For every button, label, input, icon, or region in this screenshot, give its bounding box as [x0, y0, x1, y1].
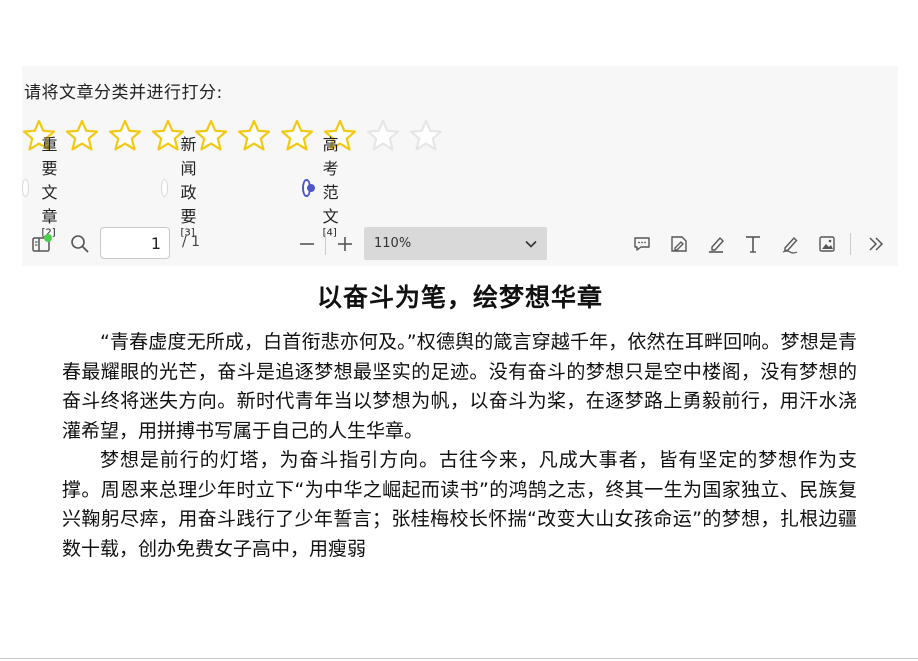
radio-button[interactable] — [161, 179, 169, 197]
sign-icon[interactable] — [665, 230, 693, 258]
document-title: 以奋斗为笔，绘梦想华章 — [316, 283, 603, 312]
pdf-toolbar: / 1 110% — [22, 224, 898, 264]
comment-icon[interactable] — [628, 230, 656, 258]
bottom-divider — [0, 658, 918, 659]
radio-button[interactable] — [22, 179, 30, 197]
document-page: 以奋斗为笔，绘梦想华章 “青春虚度无所成，白首衔悲亦何及。”权德舆的箴言穿越千年… — [22, 266, 898, 591]
toolbar-divider — [850, 233, 851, 255]
star-filled-icon[interactable] — [280, 119, 314, 153]
category-radio-news[interactable]: 新闻政要[3] — [161, 135, 207, 238]
zoom-out-button[interactable] — [294, 230, 320, 258]
image-icon[interactable] — [813, 230, 841, 258]
radio-button[interactable] — [302, 179, 315, 197]
draw-icon[interactable] — [776, 230, 804, 258]
category-label: 重要文章 — [41, 134, 58, 226]
category-label: 新闻政要 — [180, 134, 197, 226]
star-empty-icon[interactable] — [409, 119, 443, 153]
chevron-down-icon — [525, 227, 537, 260]
rating-prompt: 请将文章分类并进行打分: — [24, 83, 223, 103]
category-radio-essay[interactable]: 高考范文[4] — [302, 135, 348, 238]
category-label: 高考范文 — [322, 134, 339, 226]
document-paragraph: “青春虚度无所成，白首衔悲亦何及。”权德舆的箴言穿越千年，依然在耳畔回响。梦想是… — [62, 331, 857, 442]
more-icon[interactable] — [862, 230, 890, 258]
star-filled-icon[interactable] — [108, 119, 142, 153]
toolbar-divider — [325, 233, 326, 255]
zoom-in-button[interactable] — [332, 230, 358, 258]
category-radio-important[interactable]: 重要文章[2] — [22, 135, 68, 238]
sidebar-toggle-icon[interactable] — [28, 230, 56, 258]
search-icon[interactable] — [66, 230, 94, 258]
document-body: “青春虚度无所成，白首衔悲亦何及。”权德舆的箴言穿越千年，依然在耳畔回响。梦想是… — [62, 328, 857, 564]
zoom-select[interactable]: 110% — [364, 227, 547, 260]
zoom-level: 110% — [374, 236, 412, 251]
page-total: / 1 — [182, 234, 201, 250]
document-paragraph: 梦想是前行的灯塔，为奋斗指引方向。古往今来，凡成大事者，皆有坚定的梦想作为支撑。… — [62, 449, 857, 560]
annotation-panel: 请将文章分类并进行打分: 重要文章[2] 新闻政要[3] 高考范文[4] / 1 — [22, 66, 898, 591]
star-empty-icon[interactable] — [366, 119, 400, 153]
text-icon[interactable] — [739, 230, 767, 258]
page-number-input[interactable] — [100, 227, 170, 259]
highlight-icon[interactable] — [702, 230, 730, 258]
star-filled-icon[interactable] — [237, 119, 271, 153]
star-filled-icon[interactable] — [65, 119, 99, 153]
